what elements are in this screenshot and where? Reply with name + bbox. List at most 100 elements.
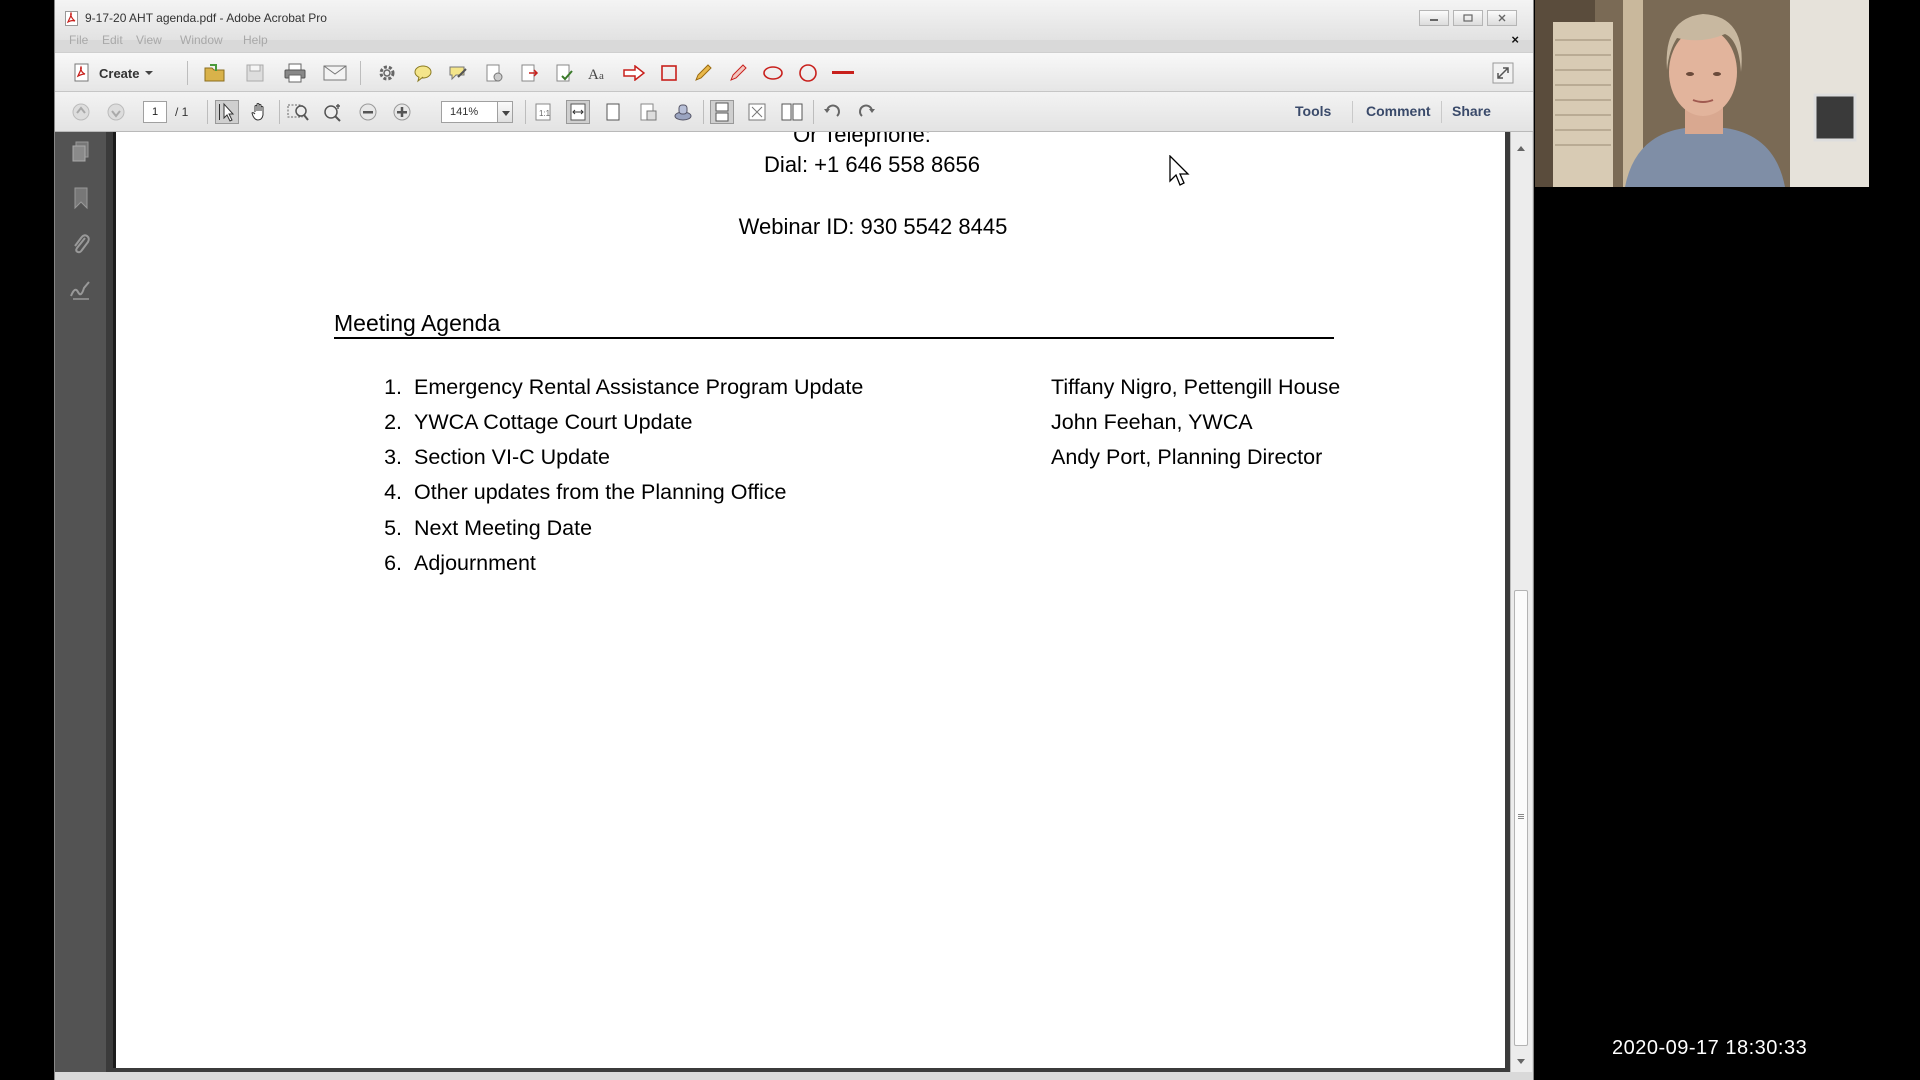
signatures-icon[interactable] [69,278,93,302]
export-button[interactable] [517,61,541,85]
pencil-tool-button[interactable] [691,61,715,85]
page-thumbnails-icon[interactable] [69,140,93,164]
menu-bar: File Edit View Window Help × [55,31,1533,49]
highlight-button[interactable] [446,61,470,85]
sticky-note-button[interactable] [411,61,435,85]
close-window-button[interactable] [1487,10,1517,26]
pane-link-separator [1441,101,1442,123]
circle-tool-button[interactable] [796,61,820,85]
marquee-zoom-icon [287,104,309,121]
toolbar-separator [525,100,526,124]
svg-text:1:1: 1:1 [539,109,551,118]
menu-file[interactable]: File [69,33,88,47]
zoom-in-button[interactable] [390,100,414,124]
rotate-ccw-button[interactable] [820,100,844,124]
next-page-button[interactable] [104,100,128,124]
comment-pane-link[interactable]: Comment [1366,103,1431,119]
menu-edit[interactable]: Edit [102,33,123,47]
telephone-heading: Or Telephone: [793,132,931,147]
open-button[interactable] [203,61,227,85]
close-icon [1498,14,1506,22]
fit-width-button[interactable] [566,100,590,124]
rectangle-icon [661,65,677,81]
text-size-icon: Aa [588,67,604,82]
arrow-right-icon [623,65,645,81]
stamp-button[interactable] [671,100,695,124]
fit-page-button[interactable] [601,100,625,124]
agenda-item-presenter: John Feehan, YWCA [1051,410,1253,434]
agenda-item-text: Section VI-C Update [414,445,610,469]
page-total: / 1 [175,105,189,119]
zoom-level-input[interactable]: 141% [441,101,499,123]
oval-tool-button[interactable] [761,61,785,85]
scroll-up-arrow-icon[interactable] [1517,146,1525,151]
mouse-pointer-icon [1169,155,1190,186]
rotate-cw-button[interactable] [855,100,879,124]
settings-button[interactable] [375,61,399,85]
attach-button[interactable] [482,61,506,85]
agenda-title: Meeting Agenda [334,310,501,336]
hand-icon [251,103,264,121]
select-tool-button[interactable] [215,100,239,124]
dial-in-number: Dial: +1 646 558 8656 [764,152,980,177]
agenda-item-text: Next Meeting Date [414,516,593,540]
print-button[interactable] [283,61,307,85]
zoom-dropdown-button[interactable] [497,101,513,123]
document-check-icon [556,64,573,82]
reading-mode-icon [640,103,657,121]
save-button[interactable] [243,61,267,85]
sign-button[interactable] [552,61,576,85]
two-page-button[interactable] [780,100,804,124]
close-document-button[interactable]: × [1511,32,1519,47]
rotate-clockwise-icon [859,104,875,117]
vertical-scrollbar[interactable] [1510,132,1532,1072]
toolbar-separator [187,61,188,85]
svg-text:a: a [599,70,604,82]
print-icon [284,63,306,83]
maximize-button[interactable] [1453,10,1483,26]
create-button[interactable]: Create [71,61,154,85]
toolbar-separator [360,61,361,85]
acrobat-window: 9-17-20 AHT agenda.pdf - Adobe Acrobat P… [54,0,1534,1080]
zoom-out-button[interactable] [356,100,380,124]
minimize-button[interactable] [1419,10,1449,26]
menu-view[interactable]: View [136,33,162,47]
svg-text:A: A [588,67,599,82]
bookmarks-icon[interactable] [69,186,93,210]
menu-help[interactable]: Help [243,33,268,47]
save-icon [246,64,264,82]
create-pdf-icon [74,63,89,82]
previous-page-button[interactable] [69,100,93,124]
menu-window[interactable]: Window [180,33,223,47]
pdf-file-icon [65,11,78,26]
marquee-zoom-button[interactable] [286,100,310,124]
full-page-button[interactable] [745,100,769,124]
stamp-icon [674,104,692,121]
actual-size-button[interactable]: 1:1 [531,100,555,124]
email-button[interactable] [323,61,347,85]
full-screen-button[interactable] [1491,61,1515,85]
attachments-icon[interactable] [69,232,93,256]
scroll-pages-icon [715,102,729,122]
pdf-page: Or Telephone: Dial: +1 646 558 8656 Webi… [113,132,1505,1068]
webcam-video [1535,0,1869,187]
zoom-out-icon [359,103,377,121]
main-toolbar: Create A a [55,52,1533,92]
hand-tool-button[interactable] [248,100,272,124]
share-pane-link[interactable]: Share [1452,103,1491,119]
text-edit-button[interactable]: Aa [587,61,611,85]
arrow-tool-button[interactable] [622,61,646,85]
eraser-tool-button[interactable] [726,61,750,85]
reading-mode-button[interactable] [636,100,660,124]
tools-pane-link[interactable]: Tools [1295,103,1331,119]
gear-icon [379,65,395,81]
highlight-text-icon [449,66,467,81]
agenda-item-number: 5. [384,516,402,540]
scrolling-mode-button[interactable] [710,100,734,124]
dynamic-zoom-button[interactable] [321,100,345,124]
page-number-input[interactable]: 1 [143,101,167,123]
rectangle-tool-button[interactable] [657,61,681,85]
scrollbar-thumb[interactable] [1514,590,1528,1046]
line-tool-button[interactable] [831,61,855,85]
scroll-down-arrow-icon[interactable] [1517,1059,1525,1064]
